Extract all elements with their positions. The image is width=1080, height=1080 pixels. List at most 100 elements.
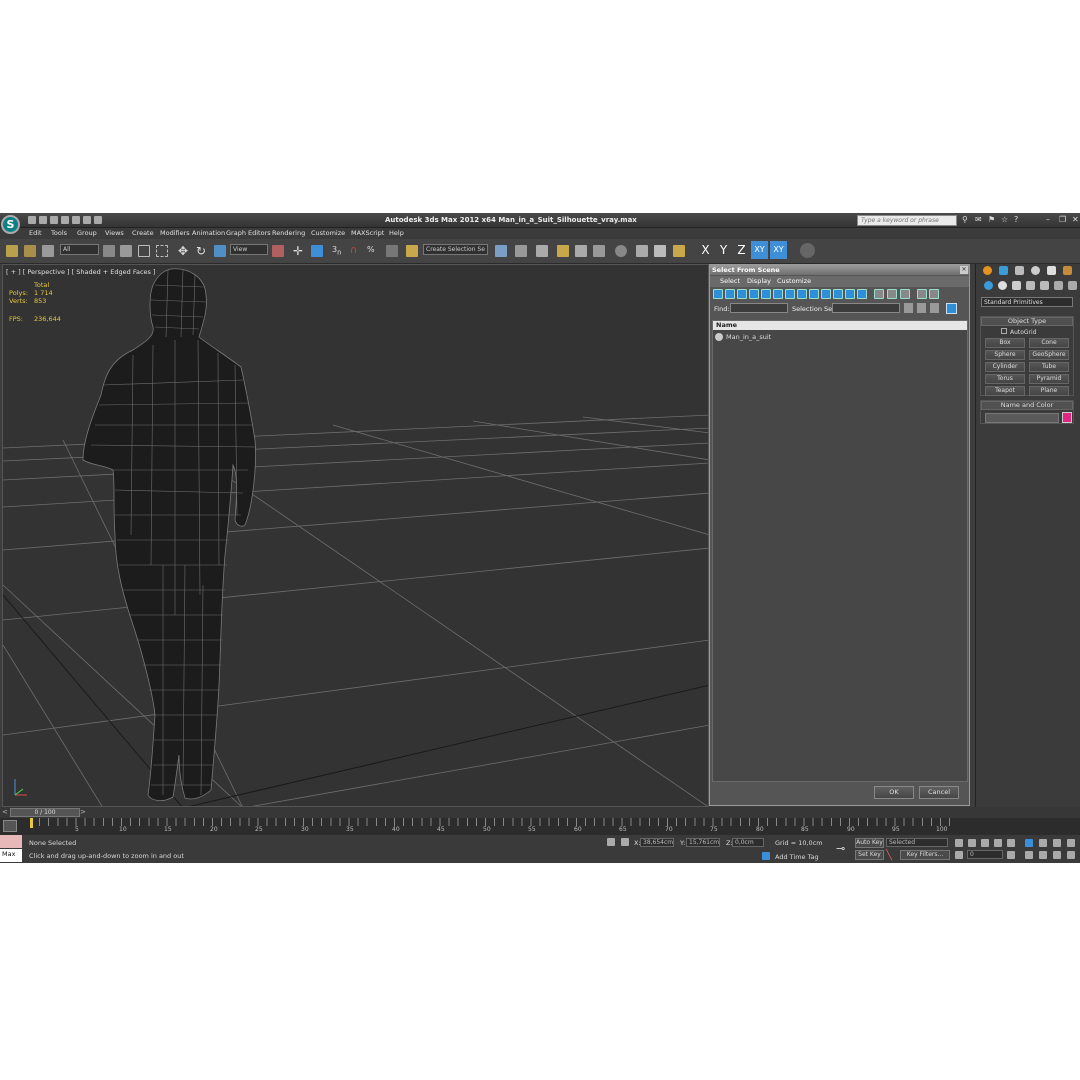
undo-icon[interactable] bbox=[61, 216, 69, 224]
display-lights-icon[interactable] bbox=[737, 289, 747, 299]
filter-icon[interactable] bbox=[917, 289, 927, 299]
display-helpers-icon[interactable] bbox=[761, 289, 771, 299]
maximize-viewport-icon[interactable] bbox=[1067, 851, 1075, 859]
utilities-tab-icon[interactable] bbox=[1063, 266, 1072, 275]
filter-options-icon[interactable] bbox=[929, 289, 939, 299]
select-object-icon[interactable] bbox=[103, 245, 115, 257]
subscription-icon[interactable]: ✉ bbox=[975, 216, 983, 224]
box-button[interactable]: Box bbox=[985, 338, 1025, 348]
menu-tools[interactable]: Tools bbox=[51, 229, 67, 237]
zoom-icon[interactable] bbox=[1025, 839, 1033, 847]
material-editor-icon[interactable] bbox=[615, 245, 627, 257]
snaps-toggle-icon[interactable]: 3n bbox=[332, 245, 344, 257]
binoculars-icon[interactable]: ⚲ bbox=[962, 216, 970, 224]
named-selection-dropdown[interactable]: Create Selection Se bbox=[423, 244, 488, 255]
create-tab-icon[interactable] bbox=[983, 266, 992, 275]
select-by-name-icon[interactable] bbox=[120, 245, 132, 257]
display-all-icon[interactable] bbox=[857, 289, 867, 299]
x-coordinate-field[interactable]: 38,654cm bbox=[640, 838, 674, 847]
selection-filter-dropdown[interactable]: All bbox=[60, 244, 99, 255]
field-of-view-icon[interactable] bbox=[1025, 851, 1033, 859]
zoom-extents-all-icon[interactable] bbox=[1067, 839, 1075, 847]
y-coordinate-field[interactable]: 15,761cm bbox=[686, 838, 720, 847]
edit-named-selections-icon[interactable] bbox=[406, 245, 418, 257]
display-containers-icon[interactable] bbox=[821, 289, 831, 299]
curve-editor-icon[interactable] bbox=[575, 245, 587, 257]
list-item[interactable]: Man_in_a_suit bbox=[715, 333, 965, 342]
spinner-snap-icon[interactable] bbox=[386, 245, 398, 257]
display-groups-icon[interactable] bbox=[785, 289, 795, 299]
selection-set-dropdown[interactable] bbox=[832, 303, 900, 313]
hold-icon[interactable] bbox=[83, 216, 91, 224]
select-all-icon[interactable] bbox=[904, 303, 913, 313]
cameras-category-icon[interactable] bbox=[1026, 281, 1035, 290]
current-frame-field[interactable]: 0 bbox=[967, 850, 1003, 859]
constrain-xy-plane-button[interactable]: XY bbox=[770, 241, 787, 259]
time-slider-prev-icon[interactable]: < bbox=[2, 808, 8, 816]
time-slider-next-icon[interactable]: > bbox=[80, 808, 86, 816]
menu-create[interactable]: Create bbox=[132, 229, 154, 237]
modify-tab-icon[interactable] bbox=[999, 266, 1008, 275]
display-bones-icon[interactable] bbox=[809, 289, 819, 299]
new-icon[interactable] bbox=[28, 216, 36, 224]
close-icon[interactable]: ✕ bbox=[1072, 216, 1080, 224]
play-icon[interactable] bbox=[981, 839, 989, 847]
spacewarps-category-icon[interactable] bbox=[1054, 281, 1063, 290]
helpers-category-icon[interactable] bbox=[1040, 281, 1049, 290]
render-production-icon[interactable] bbox=[673, 245, 685, 257]
time-slider[interactable]: < 0 / 100 > bbox=[0, 807, 1080, 818]
bind-spacewarp-icon[interactable] bbox=[42, 245, 54, 257]
category-dropdown[interactable]: Standard Primitives bbox=[981, 297, 1073, 307]
hierarchy-tab-icon[interactable] bbox=[1015, 266, 1024, 275]
rendered-frame-window-icon[interactable] bbox=[654, 245, 666, 257]
menu-help[interactable]: Help bbox=[389, 229, 404, 237]
viewport-label[interactable]: [ + ] [ Perspective ] [ Shaded + Edged F… bbox=[6, 268, 156, 276]
ok-button[interactable]: OK bbox=[874, 786, 914, 799]
display-shapes-icon[interactable] bbox=[725, 289, 735, 299]
rotate-icon[interactable]: ↻ bbox=[196, 245, 208, 257]
key-mode-toggle-icon[interactable] bbox=[955, 851, 963, 859]
pyramid-button[interactable]: Pyramid bbox=[1029, 374, 1069, 384]
teapot-button[interactable]: Teapot bbox=[985, 386, 1025, 396]
shapes-category-icon[interactable] bbox=[998, 281, 1007, 290]
dialog-menu-display[interactable]: Display bbox=[747, 277, 771, 285]
extras-icon[interactable] bbox=[800, 243, 815, 258]
frame-counter[interactable]: 0 / 100 bbox=[10, 808, 80, 817]
key-filter-icon[interactable]: ╲ bbox=[886, 850, 898, 861]
window-crossing-icon[interactable] bbox=[156, 245, 168, 257]
set-key-button[interactable]: Set Key bbox=[855, 850, 884, 860]
select-none-icon[interactable] bbox=[917, 303, 926, 313]
time-configuration-icon[interactable] bbox=[1007, 851, 1015, 859]
mirror-icon[interactable] bbox=[495, 245, 507, 257]
pivot-center-icon[interactable] bbox=[272, 245, 284, 257]
timeline-track[interactable]: 5 10 15 20 25 30 35 40 45 50 55 60 65 70… bbox=[0, 818, 1080, 835]
dialog-close-icon[interactable]: ✕ bbox=[960, 266, 968, 274]
key-icon[interactable]: ⊸ bbox=[836, 842, 845, 855]
previous-frame-icon[interactable] bbox=[968, 839, 976, 847]
add-time-tag[interactable]: Add Time Tag bbox=[775, 853, 819, 861]
cone-button[interactable]: Cone bbox=[1029, 338, 1069, 348]
select-invert-icon[interactable] bbox=[930, 303, 939, 313]
constrain-x-button[interactable]: X bbox=[697, 241, 714, 259]
menu-views[interactable]: Views bbox=[105, 229, 124, 237]
perspective-viewport[interactable]: [ + ] [ Perspective ] [ Shaded + Edged F… bbox=[2, 264, 709, 807]
auto-key-button[interactable]: Auto Key bbox=[855, 838, 884, 848]
layer-manager-icon[interactable] bbox=[536, 245, 548, 257]
fetch-icon[interactable] bbox=[94, 216, 102, 224]
column-header-name[interactable]: Name bbox=[713, 321, 967, 330]
display-spacewarps-icon[interactable] bbox=[773, 289, 783, 299]
zoom-extents-icon[interactable] bbox=[1053, 839, 1061, 847]
systems-category-icon[interactable] bbox=[1068, 281, 1077, 290]
tube-button[interactable]: Tube bbox=[1029, 362, 1069, 372]
selection-lock-icon[interactable] bbox=[607, 838, 615, 846]
display-xrefs-icon[interactable] bbox=[797, 289, 807, 299]
object-name-input[interactable] bbox=[985, 413, 1059, 423]
save-icon[interactable] bbox=[50, 216, 58, 224]
key-mode-dropdown[interactable]: Selected bbox=[886, 838, 948, 847]
autogrid-checkbox[interactable]: AutoGrid bbox=[1001, 328, 1037, 336]
current-frame-marker[interactable] bbox=[30, 818, 33, 828]
geometry-category-icon[interactable] bbox=[984, 281, 993, 290]
display-tab-icon[interactable] bbox=[1047, 266, 1056, 275]
minimize-icon[interactable]: – bbox=[1046, 216, 1054, 224]
help-icon[interactable]: ? bbox=[1014, 216, 1022, 224]
